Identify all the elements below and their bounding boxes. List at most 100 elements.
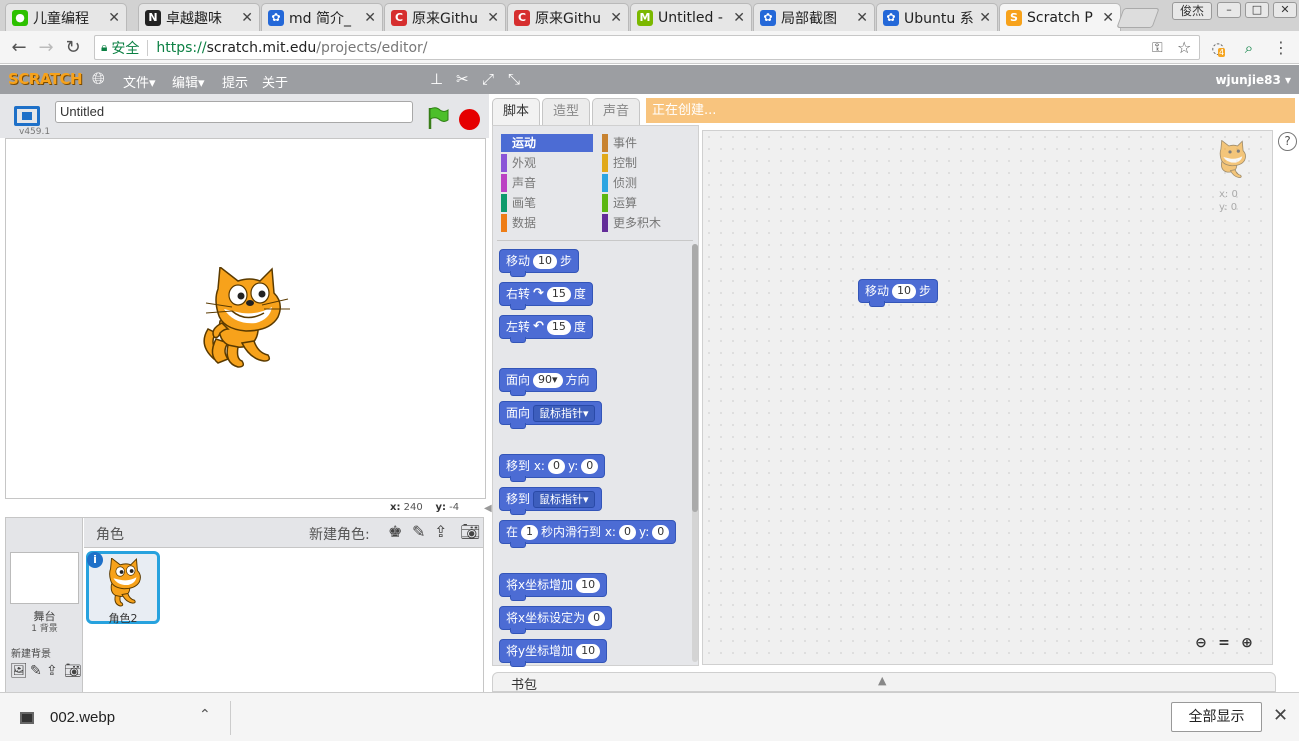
tab-close-icon[interactable]: ✕ — [856, 10, 868, 26]
globe-icon[interactable]: 🌐︎ — [92, 69, 105, 89]
tab-close-icon[interactable]: ✕ — [733, 10, 745, 26]
block-input[interactable]: 10 — [576, 643, 601, 659]
block-turn-left[interactable]: 左转 ↶ 15 度 — [499, 315, 593, 343]
category-0[interactable]: 运动 — [501, 134, 593, 152]
search-icon[interactable]: ⌕ — [1238, 37, 1260, 59]
project-title-input[interactable]: Untitled — [55, 101, 413, 123]
maximize-icon[interactable]: □ — [1245, 2, 1269, 18]
browser-tab[interactable]: C 原来Githu ✕ — [507, 3, 629, 31]
stage-canvas[interactable] — [5, 138, 486, 499]
new-tab-button[interactable] — [1116, 8, 1160, 28]
category-4[interactable]: 声音 — [501, 174, 593, 192]
edit-menu[interactable]: 编辑▾ — [172, 72, 205, 91]
username-menu[interactable]: wjunjie83 ▾ — [1215, 73, 1291, 87]
block-dropdown[interactable]: 鼠标指针▾ — [533, 404, 595, 422]
upload-backdrop-icon[interactable]: ⇪ — [46, 663, 58, 679]
about-menu[interactable]: 关于 — [262, 72, 288, 91]
backpack-bar[interactable]: 书包 ▲ — [492, 672, 1276, 693]
camera-backdrop-icon[interactable]: 📷︎ — [64, 663, 82, 679]
block-input[interactable]: 15 — [546, 319, 571, 335]
close-icon[interactable]: ✕ — [1273, 705, 1288, 726]
tab-close-icon[interactable]: ✕ — [487, 10, 499, 26]
browser-tab[interactable]: ✿ md 简介_ ✕ — [261, 3, 383, 31]
file-menu[interactable]: 文件▾ — [123, 72, 156, 91]
block-move[interactable]: 移动 10 步 — [499, 249, 580, 277]
chevron-up-icon[interactable]: ▲ — [878, 674, 886, 687]
back-icon[interactable]: ← — [8, 37, 30, 59]
paint-backdrop-icon[interactable]: ✎ — [30, 663, 42, 679]
fullscreen-icon[interactable] — [14, 106, 40, 126]
browser-tab[interactable]: ✿ Ubuntu 系 ✕ — [876, 3, 998, 31]
tab-sounds[interactable]: 声音 — [592, 98, 640, 126]
tab-close-icon[interactable]: ✕ — [610, 10, 622, 26]
grow-icon[interactable]: ⤢ — [482, 70, 494, 88]
tips-menu[interactable]: 提示 — [222, 72, 248, 91]
tab-close-icon[interactable]: ✕ — [979, 10, 991, 26]
tab-costumes[interactable]: 造型 — [542, 98, 590, 126]
upload-sprite-icon[interactable]: ⇪ — [434, 522, 447, 541]
block-dropdown[interactable]: 鼠标指针▾ — [533, 490, 595, 508]
block-input[interactable]: 90▾ — [533, 372, 563, 388]
block-input[interactable]: 0 — [547, 458, 565, 474]
reload-icon[interactable]: ↻ — [62, 37, 84, 59]
tab-close-icon[interactable]: ✕ — [364, 10, 376, 26]
block-input[interactable]: 10 — [533, 253, 558, 269]
category-9[interactable]: 更多积木 — [602, 214, 694, 232]
paint-sprite-icon[interactable]: ✎ — [412, 522, 425, 541]
stage-thumbnail[interactable] — [10, 552, 79, 604]
block-change-y[interactable]: 将y坐标增加 10 — [499, 639, 608, 667]
kebab-menu-icon[interactable]: ⋮ — [1270, 37, 1292, 59]
block-point-direction[interactable]: 面向 90▾ 方向 — [499, 368, 597, 396]
stop-icon[interactable] — [459, 109, 480, 130]
help-icon[interactable]: ? — [1278, 132, 1297, 151]
block-input[interactable]: 10 — [892, 283, 917, 299]
category-2[interactable]: 外观 — [501, 154, 593, 172]
browser-tab[interactable]: ● 儿童编程 ✕ — [5, 3, 127, 31]
green-flag-icon[interactable] — [426, 106, 450, 130]
zoom-reset-icon[interactable]: = — [1215, 634, 1233, 652]
sprite-tile[interactable]: i 角色2 — [86, 551, 160, 625]
camera-sprite-icon[interactable]: 📷︎ — [460, 522, 480, 541]
category-1[interactable]: 事件 — [602, 134, 694, 152]
category-3[interactable]: 控制 — [602, 154, 694, 172]
extension-icon[interactable]: ◌4 — [1207, 37, 1229, 59]
scripts-area[interactable]: 移动 10 步 — [702, 130, 1273, 665]
block-glide[interactable]: 在 1 秒内滑行到 x: 0 y: 0 — [499, 520, 677, 548]
tab-close-icon[interactable]: ✕ — [108, 10, 120, 26]
shrink-icon[interactable]: ⤡ — [508, 70, 520, 88]
category-5[interactable]: 侦测 — [602, 174, 694, 192]
block-turn-right[interactable]: 右转 ↷ 15 度 — [499, 282, 593, 310]
block-input[interactable]: 0 — [652, 524, 670, 540]
browser-tab[interactable]: ✿ 局部截图 ✕ — [753, 3, 875, 31]
collapse-arrow-icon[interactable]: ◀ — [484, 503, 492, 514]
tab-close-icon[interactable]: ✕ — [1102, 10, 1114, 26]
key-icon[interactable]: ⚿ — [1152, 40, 1163, 56]
block-change-x[interactable]: 将x坐标增加 10 — [499, 573, 608, 601]
download-filename[interactable]: 002.webp — [50, 709, 115, 726]
star-icon[interactable]: ☆ — [1177, 38, 1191, 57]
cat-sprite-icon[interactable] — [198, 267, 294, 371]
browser-tab[interactable]: S Scratch P ✕ — [999, 3, 1121, 31]
browser-tab[interactable]: C 原来Githu ✕ — [384, 3, 506, 31]
url-input[interactable]: 🔒︎ 安全 https://scratch.mit.edu/projects/e… — [94, 35, 1200, 60]
block-input[interactable]: 0 — [581, 458, 599, 474]
block-input[interactable]: 1 — [521, 524, 539, 540]
sprite-library-icon[interactable]: ♚ — [388, 522, 402, 541]
window-user-button[interactable]: 俊杰 — [1172, 2, 1212, 20]
zoom-out-icon[interactable]: ⊖ — [1192, 634, 1210, 652]
block-goto-xy[interactable]: 移到 x: 0 y: 0 — [499, 454, 606, 482]
browser-tab[interactable]: M Untitled - ✕ — [630, 3, 752, 31]
palette-scrollbar[interactable] — [692, 244, 698, 512]
block-input[interactable]: 0 — [618, 524, 636, 540]
block-input[interactable]: 15 — [546, 286, 571, 302]
category-8[interactable]: 数据 — [501, 214, 593, 232]
duplicate-stamp-icon[interactable]: ⊥ — [430, 70, 443, 88]
tab-scripts[interactable]: 脚本 — [492, 98, 540, 126]
block-input[interactable]: 10 — [576, 577, 601, 593]
show-all-button[interactable]: 全部显示 — [1171, 702, 1262, 732]
block-set-x[interactable]: 将x坐标设定为 0 — [499, 606, 613, 634]
script-block-move[interactable]: 移动 10 步 — [858, 279, 939, 307]
backdrop-library-icon[interactable]: 🖼︎ — [10, 663, 28, 679]
delete-scissors-icon[interactable]: ✂ — [456, 70, 469, 88]
block-goto[interactable]: 移到 鼠标指针▾ — [499, 487, 602, 515]
